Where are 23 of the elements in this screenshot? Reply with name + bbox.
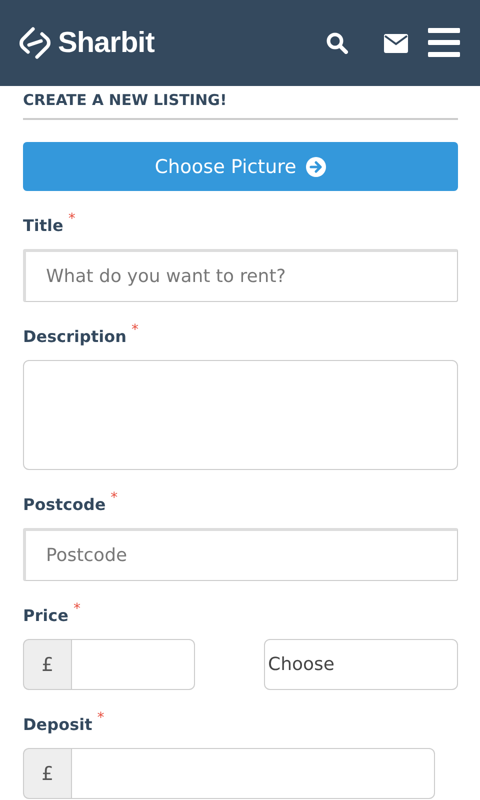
search-button[interactable] [326,32,348,54]
input-field[interactable] [71,639,195,690]
required-mark: * [68,212,76,226]
mail-button[interactable] [384,34,408,52]
field-label: Price [23,606,68,626]
brand-name[interactable]: Sharbit [58,26,154,60]
required-mark: * [131,323,138,337]
select-field[interactable]: Choose [264,639,458,690]
field-label: Title [23,216,64,236]
required-mark: * [97,711,104,725]
currency-addon: £ [23,639,71,690]
input-field[interactable] [71,748,435,799]
required-mark: * [73,602,80,616]
arrow-circle-icon [306,156,326,176]
field-label: Postcode [23,495,106,515]
field-label: Description [23,327,126,347]
page-heading: CREATE A NEW LISTING! [23,86,458,120]
menu-button[interactable] [428,28,460,58]
input-field[interactable]: What do you want to rent? [23,249,458,302]
field-label: Deposit [23,715,92,735]
currency-addon: £ [23,748,71,799]
input-field[interactable]: Postcode [23,528,458,581]
required-mark: * [110,491,118,505]
